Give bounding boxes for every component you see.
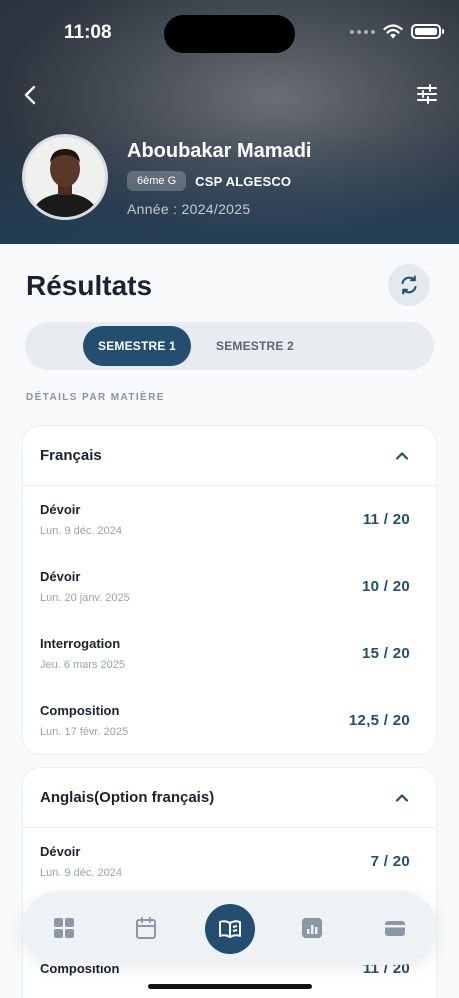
evaluation-date: Lun. 9 déc. 2024 [40, 867, 122, 879]
section-label: DÉTAILS PAR MATIÈRE [26, 392, 165, 403]
evaluation-type: Interrogation [40, 636, 121, 651]
evaluation-date: Lun. 9 déc. 2024 [40, 525, 122, 537]
status-icons [350, 24, 444, 39]
sliders-icon [417, 84, 437, 104]
evaluation-type: Composition [40, 703, 120, 718]
results-content: Résultats SEMESTRE 1 SEMESTRE 2 DÉTAILS … [0, 244, 459, 998]
evaluation-grade: 15 / 20 [362, 645, 410, 662]
student-info: 6ème G CSP ALGESCO [127, 171, 291, 191]
student-name: Aboubakar Mamadi [127, 140, 312, 162]
subject-title: Français [40, 447, 102, 464]
tab-semestre-1[interactable]: SEMESTRE 1 [83, 326, 191, 366]
evaluation-type: Dévoir [40, 844, 81, 859]
battery-icon [411, 24, 444, 39]
page-title: Résultats [26, 270, 153, 301]
chevron-left-icon [24, 85, 36, 105]
refresh-icon [401, 275, 417, 295]
subject-card: Français Dévoir Lun. 9 déc. 2024 11 / 20… [22, 425, 437, 755]
wifi-icon [383, 24, 403, 39]
evaluation-grade: 7 / 20 [370, 853, 410, 870]
calendar-icon[interactable] [134, 916, 158, 940]
tab-semestre-2[interactable]: SEMESTRE 2 [201, 326, 309, 366]
subject-header[interactable]: Français [23, 426, 436, 486]
school-name: CSP ALGESCO [195, 173, 292, 189]
school-year: Année : 2024/2025 [127, 201, 251, 217]
evaluation-row: Dévoir Lun. 9 déc. 2024 11 / 20 [23, 486, 436, 553]
dynamic-island [164, 15, 295, 53]
refresh-button[interactable] [388, 264, 430, 306]
wallet-icon[interactable] [383, 916, 407, 940]
book-icon [219, 920, 241, 938]
evaluation-date: Jeu. 6 mars 2025 [40, 659, 125, 671]
evaluation-date: Lun. 20 janv. 2025 [40, 592, 130, 604]
evaluation-grade: 12,5 / 20 [348, 712, 410, 729]
class-badge: 6ème G [127, 171, 187, 191]
evaluation-row: Dévoir Lun. 20 janv. 2025 10 / 20 [23, 553, 436, 620]
chart-icon[interactable] [300, 916, 324, 940]
chevron-up-icon[interactable] [394, 790, 410, 806]
signal-icon [350, 29, 375, 34]
evaluation-type: Dévoir [40, 502, 81, 517]
profile-header: 11:08 Aboubakar Mamadi 6ème G CSP ALGESC… [0, 0, 459, 244]
dashboard-icon[interactable] [52, 916, 76, 940]
filter-button[interactable] [415, 82, 439, 106]
subject-header[interactable]: Anglais(Option français) [23, 768, 436, 828]
semester-tabs: SEMESTRE 1 SEMESTRE 2 [25, 322, 434, 370]
evaluation-grade: 10 / 20 [362, 578, 410, 595]
evaluation-type: Dévoir [40, 569, 81, 584]
chevron-up-icon[interactable] [394, 448, 410, 464]
evaluation-row: Composition Lun. 17 févr. 2025 12,5 / 20 [23, 687, 436, 754]
evaluation-row: Dévoir Lun. 9 déc. 2024 7 / 20 [23, 828, 436, 895]
evaluation-grade: 11 / 20 [362, 511, 410, 528]
back-button[interactable] [18, 82, 44, 108]
avatar [22, 134, 108, 220]
evaluation-date: Lun. 17 févr. 2025 [40, 726, 129, 738]
results-nav-button[interactable] [205, 904, 255, 954]
subject-title: Anglais(Option français) [40, 789, 215, 806]
home-indicator [148, 984, 312, 989]
student-photo [25, 137, 105, 217]
bottom-navigation [22, 891, 437, 965]
status-time: 11:08 [64, 22, 112, 43]
evaluation-row: Interrogation Jeu. 6 mars 2025 15 / 20 [23, 620, 436, 687]
